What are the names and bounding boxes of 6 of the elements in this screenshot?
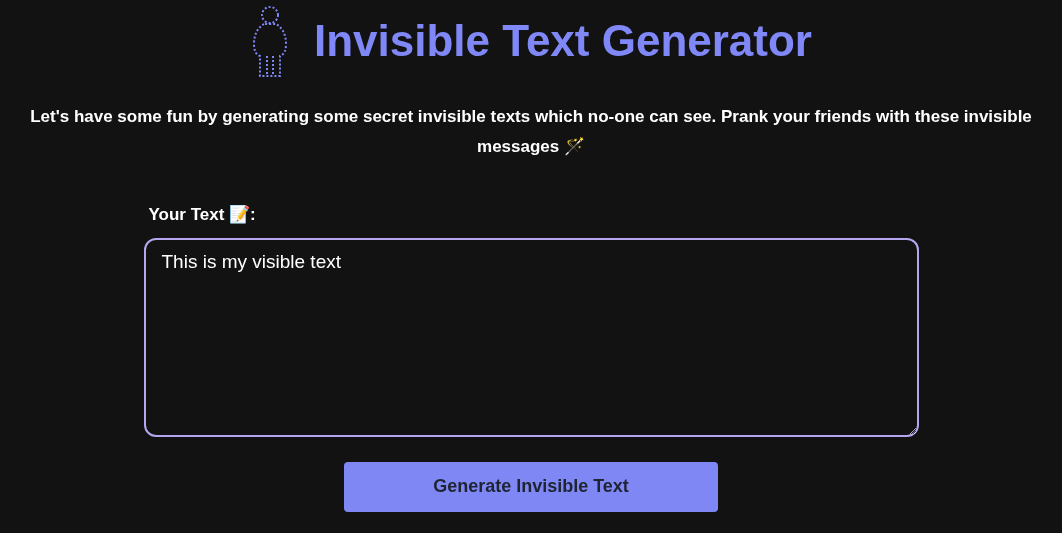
text-input[interactable]: This is my visible text: [143, 237, 919, 437]
description-text: Let's have some fun by generating some secret invisible texts which no-one can see. Prank your friends with these invisible messages 🪄: [29, 106, 1033, 158]
text-label: Your Text 📝:: [148, 204, 256, 226]
person-outline-icon: [250, 4, 290, 78]
generate-button[interactable]: Generate Invisible Text: [344, 461, 718, 512]
page-title: Invisible Text Generator: [314, 19, 812, 63]
